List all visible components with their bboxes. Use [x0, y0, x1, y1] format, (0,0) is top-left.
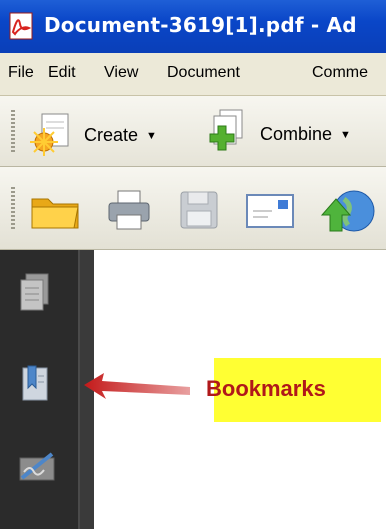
menu-document[interactable]: Document [167, 64, 240, 82]
signatures-icon[interactable] [18, 448, 58, 493]
title-bar: Document-3619[1].pdf - Ad [0, 0, 386, 53]
combine-files-icon [202, 108, 252, 161]
combine-label: Combine [260, 124, 333, 144]
create-pdf-icon [30, 110, 76, 161]
file-toolbar [0, 167, 386, 250]
open-folder-icon[interactable] [30, 189, 82, 236]
window-title: Document-3619[1].pdf - Ad [44, 13, 357, 37]
toolbar-grip[interactable] [11, 110, 15, 152]
combine-dropdown-icon[interactable]: ▼ [340, 129, 351, 141]
create-dropdown-icon[interactable]: ▼ [146, 130, 157, 142]
navigation-panel [0, 250, 80, 529]
menu-view[interactable]: View [104, 64, 138, 82]
create-label: Create [84, 125, 139, 145]
menu-edit[interactable]: Edit [48, 64, 76, 82]
menu-bar: File Edit View Document Comme [0, 53, 386, 96]
combine-button[interactable]: Combine ▼ [202, 108, 351, 161]
email-icon[interactable] [244, 189, 296, 236]
task-toolbar: Create ▼ Combine ▼ [0, 96, 386, 167]
bookmarks-icon[interactable] [18, 362, 52, 411]
menu-file[interactable]: File [8, 64, 34, 82]
bookmarks-callout: Bookmarks [206, 358, 381, 422]
create-button[interactable]: Create ▼ [30, 110, 157, 161]
toolbar-grip[interactable] [11, 187, 15, 229]
upload-globe-icon[interactable] [316, 189, 376, 238]
menu-comments[interactable]: Comme [312, 64, 368, 82]
print-icon[interactable] [106, 189, 152, 236]
pages-icon[interactable] [18, 272, 52, 321]
save-icon[interactable] [178, 189, 220, 236]
bookmarks-callout-label: Bookmarks [206, 376, 326, 401]
pdf-file-icon [7, 12, 35, 45]
callout-arrow-icon [84, 373, 190, 399]
